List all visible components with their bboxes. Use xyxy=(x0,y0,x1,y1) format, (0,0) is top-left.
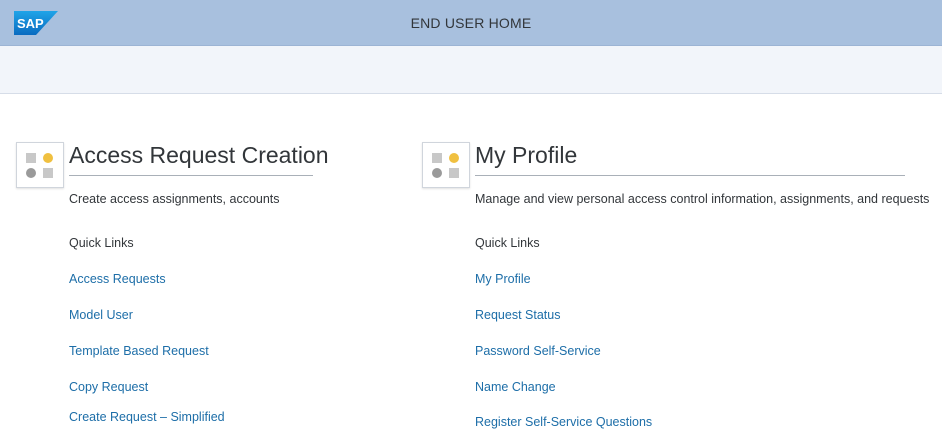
tile-grid-icon xyxy=(422,142,470,188)
link-name-change[interactable]: Name Change xyxy=(475,380,556,394)
tile-grid-icon xyxy=(16,142,64,188)
shell-bar: SAP END USER HOME xyxy=(0,0,942,46)
title-divider xyxy=(69,175,313,176)
card-description: Create access assignments, accounts xyxy=(69,192,280,206)
card-title: Access Request Creation xyxy=(69,142,329,168)
card-description: Manage and view personal access control … xyxy=(475,192,930,206)
card-title: My Profile xyxy=(475,142,578,168)
link-request-status[interactable]: Request Status xyxy=(475,308,560,322)
sub-header-bar xyxy=(0,46,942,94)
link-register-self-service-questions[interactable]: Register Self-Service Questions xyxy=(475,415,652,429)
link-model-user[interactable]: Model User xyxy=(69,308,133,322)
quick-links-label: Quick Links xyxy=(69,236,134,250)
link-copy-request[interactable]: Copy Request xyxy=(69,380,148,394)
page-title: END USER HOME xyxy=(410,15,532,31)
quick-links-label: Quick Links xyxy=(475,236,540,250)
link-my-profile[interactable]: My Profile xyxy=(475,272,531,286)
link-template-based-request[interactable]: Template Based Request xyxy=(69,344,209,358)
link-create-request-simplified[interactable]: Create Request – Simplified xyxy=(69,410,225,424)
link-password-self-service[interactable]: Password Self-Service xyxy=(475,344,601,358)
main-content: Access Request Creation Create access as… xyxy=(0,94,942,431)
link-access-requests[interactable]: Access Requests xyxy=(69,272,166,286)
title-divider xyxy=(475,175,905,176)
